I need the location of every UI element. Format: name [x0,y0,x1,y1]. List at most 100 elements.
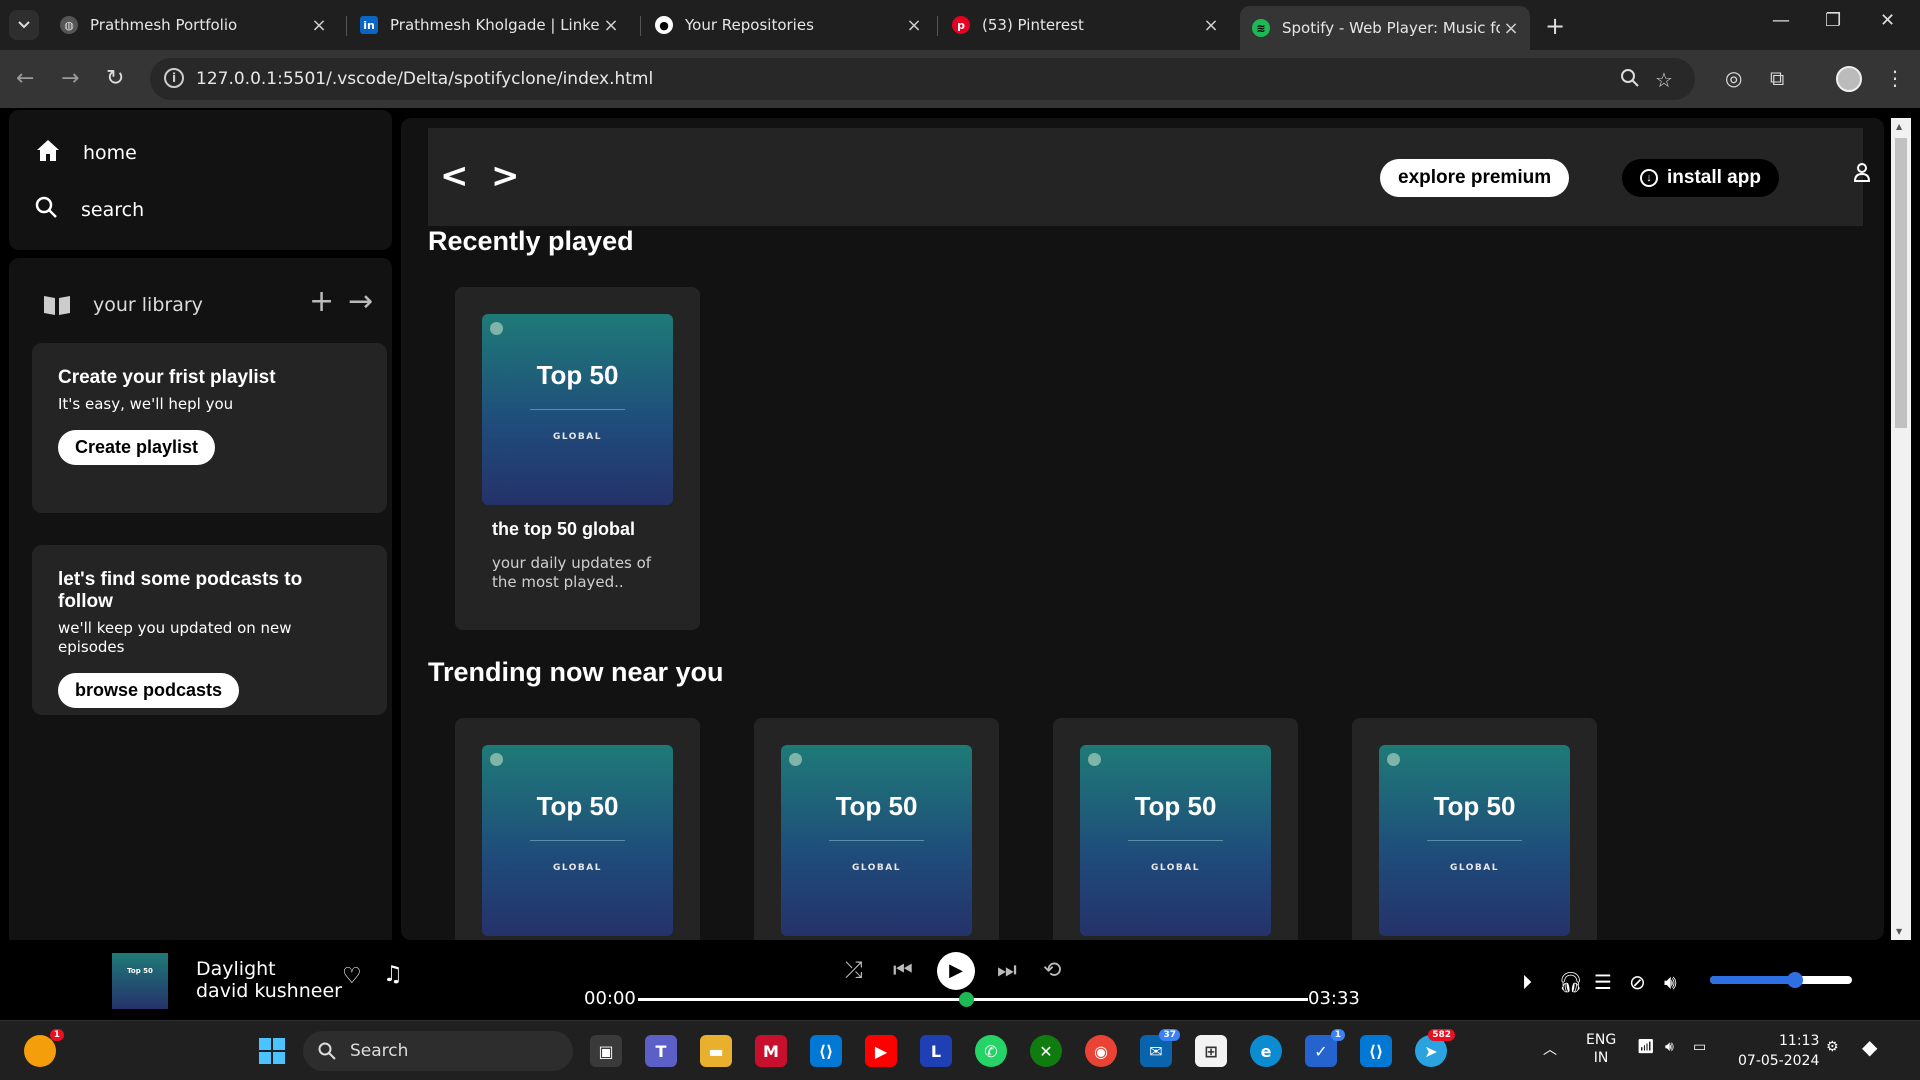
heart-icon[interactable]: ♡ [342,964,362,989]
profile-avatar[interactable] [1836,66,1862,92]
speaker-icon[interactable]: 🔊︎ [1665,1039,1674,1055]
spotify-logo-icon [490,753,503,766]
close-icon[interactable]: × [903,15,925,36]
forward-arrow-button[interactable]: > [491,156,520,196]
seek-bar[interactable] [638,992,1308,1007]
library-header[interactable]: your library [43,294,203,316]
volume-icon[interactable]: 🔊︎ [1664,970,1677,994]
install-app-button[interactable]: ↓ install app [1622,159,1779,197]
nav-search-label: search [81,199,145,221]
windows-start-icon[interactable] [256,1035,288,1067]
seek-knob[interactable] [959,992,975,1007]
repeat-icon[interactable]: ⟲ [1043,958,1061,983]
vscode-2-icon[interactable]: ⟨⟩ [1360,1035,1392,1067]
zoom-icon[interactable] [1620,68,1640,93]
window-close-icon[interactable]: ✕ [1880,10,1895,31]
plus-icon[interactable]: + [309,284,348,319]
tab-search-button[interactable] [9,10,39,40]
clock-time: 11:13 [1779,1033,1820,1049]
youtube-icon[interactable]: ▶ [865,1035,897,1067]
close-icon[interactable]: × [600,15,622,36]
tab-linkedin[interactable]: in Prathmesh Kholgade | LinkedIn × [348,8,630,42]
recent-playlist-card[interactable]: Top 50 GLOBAL the top 50 global your dai… [455,287,700,630]
playlist-cover: Top 50 GLOBAL [482,314,673,505]
arrow-right-icon[interactable]: → [348,284,387,319]
trending-card[interactable]: Top 50 GLOBAL [1053,718,1298,940]
trending-card[interactable]: Top 50 GLOBAL [1352,718,1597,940]
puzzle-icon[interactable]: ⧉ [1770,66,1784,90]
menu-dots-icon[interactable]: ⋮ [1885,66,1905,90]
teams-icon[interactable]: T [645,1035,677,1067]
language-indicator[interactable]: ENG IN [1586,1031,1616,1067]
address-bar[interactable]: i 127.0.0.1:5501/.vscode/Delta/spotifycl… [150,58,1695,100]
reload-icon[interactable]: ↻ [106,66,124,91]
badge: 1 [49,1029,64,1041]
connect-device-icon[interactable]: ⊘ [1629,970,1646,994]
taskbar-search[interactable]: Search [303,1031,573,1071]
nav-home[interactable]: home [33,138,137,168]
close-icon[interactable]: × [308,15,330,36]
whatsapp-icon[interactable]: ✆ [975,1035,1007,1067]
restore-icon[interactable]: ❐ [1825,10,1841,31]
minimize-icon[interactable]: — [1772,10,1790,31]
user-icon[interactable] [1853,162,1871,186]
new-tab-icon[interactable]: + [1545,12,1565,40]
bookmark-star-icon[interactable]: ☆ [1655,68,1673,92]
spotify-icon: ≋ [1252,19,1270,37]
mail-icon[interactable]: ✉ 37 [1140,1029,1180,1067]
card-title: the top 50 global [492,519,636,539]
volume-knob[interactable] [1787,972,1804,988]
scrollbar-thumb[interactable] [1895,138,1907,428]
tab-portfolio[interactable]: ◍ Prathmesh Portfolio × [48,8,338,42]
l-app-icon[interactable]: L [920,1035,952,1067]
shuffle-icon[interactable]: ⤮ [845,958,863,983]
trending-card[interactable]: Top 50 GLOBAL [455,718,700,940]
elapsed-time: 00:00 [584,988,636,1009]
chrome-icon[interactable]: ◉ [1085,1035,1117,1067]
tab-github[interactable]: ● Your Repositories × [643,8,933,42]
site-info-icon[interactable]: i [164,68,184,88]
nav-search[interactable]: search [31,195,144,225]
battery-icon[interactable]: ▭ [1693,1039,1706,1055]
settings-gear-icon[interactable]: ⚙ [1826,1039,1839,1055]
tab-pinterest[interactable]: p (53) Pinterest × [940,8,1230,42]
todo-icon[interactable]: ✓ 1 [1305,1029,1345,1067]
cover-title: Top 50 [1433,791,1516,821]
telegram-icon[interactable]: ➤ 582 [1415,1029,1455,1067]
now-playing-view-icon[interactable]: ⏵ [1522,970,1532,994]
user-avatar-icon[interactable]: 1 [24,1029,64,1067]
library-book-icon [43,294,73,316]
create-playlist-button[interactable]: Create playlist [58,430,216,465]
trending-card[interactable]: Top 50 GLOBAL [754,718,999,940]
extension-icon[interactable]: ◎ [1725,66,1742,90]
copilot-icon[interactable]: ◆ [1862,1035,1877,1059]
previous-icon[interactable]: ⏮ [893,958,913,983]
back-arrow-button[interactable]: < [440,156,469,196]
xbox-icon[interactable]: ✕ [1030,1035,1062,1067]
close-icon[interactable]: × [1500,18,1522,39]
edge-icon[interactable]: e [1250,1035,1282,1067]
vscode-icon[interactable]: ⟨⟩ [810,1035,842,1067]
wifi-icon[interactable]: 📶︎ [1637,1039,1655,1055]
forward-arrow-icon[interactable]: → [61,66,79,91]
music-note-icon[interactable]: ♫ [383,962,403,987]
back-arrow-icon[interactable]: ← [16,66,34,91]
volume-slider[interactable] [1710,972,1852,988]
explore-premium-button[interactable]: explore premium [1380,159,1570,197]
mcafee-icon[interactable]: M [755,1035,787,1067]
close-icon[interactable]: × [1200,15,1222,36]
cover-subtitle: GLOBAL [552,863,602,873]
browse-podcasts-button[interactable]: browse podcasts [58,673,240,708]
page-scrollbar[interactable]: ▲ ▼ [1891,118,1911,940]
store-icon[interactable]: ⊞ [1195,1035,1227,1067]
queue-icon[interactable]: ☰ [1594,970,1612,994]
task-view-icon[interactable]: ▣ [590,1035,622,1067]
headphones-icon[interactable]: 🎧︎ [1558,970,1583,994]
chevron-up-icon[interactable]: ︿ [1543,1039,1557,1059]
next-icon[interactable]: ⏭ [997,958,1017,983]
cover-title: Top 50 [1134,791,1217,821]
file-explorer-icon[interactable]: ▬ [700,1035,732,1067]
tab-spotify[interactable]: ≋ Spotify - Web Player: Music for × [1240,6,1530,50]
system-clock[interactable]: 11:13 07-05-2024 [1738,1031,1819,1071]
play-button[interactable]: ▶ [937,952,975,990]
